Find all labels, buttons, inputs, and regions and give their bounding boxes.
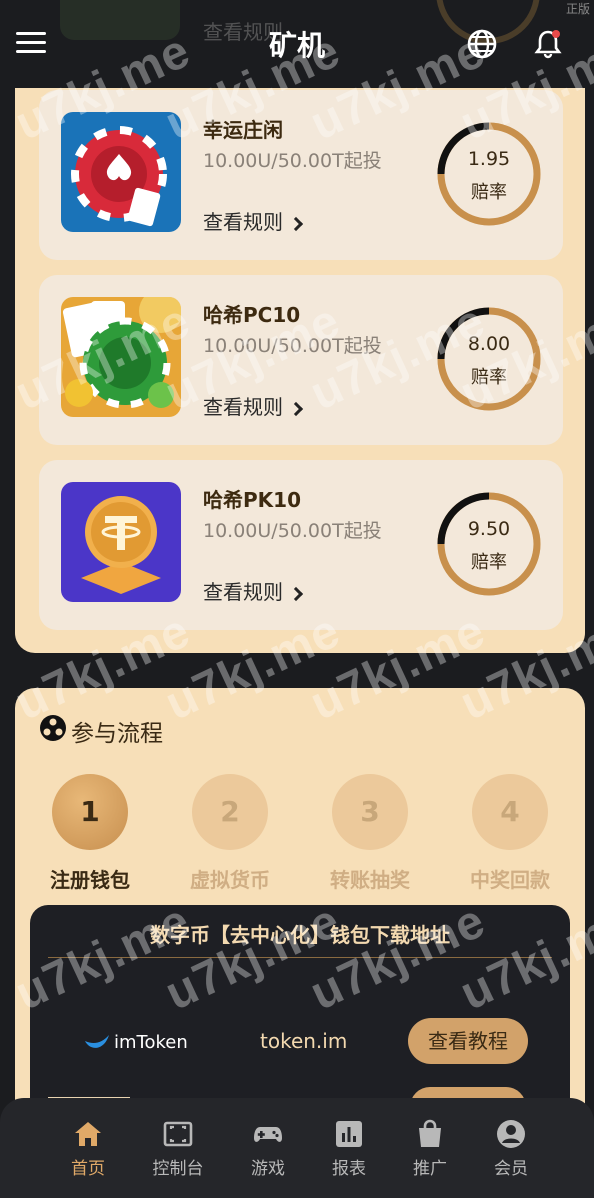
bell-icon[interactable]	[532, 28, 564, 60]
game-card-hash-pc10[interactable]: 哈希PC10 10.00U/50.00T起投 查看规则 8.00 赔率	[39, 275, 563, 445]
odds-ring	[437, 492, 541, 596]
step-number: 3	[332, 774, 408, 850]
game-limit: 10.00U/50.00T起投	[203, 335, 382, 357]
bag-icon	[419, 1119, 441, 1147]
game-name: 幸运庄闲	[203, 118, 283, 142]
step-register-wallet[interactable]: 1 注册钱包	[30, 774, 150, 893]
globe-icon[interactable]	[466, 28, 498, 60]
chevron-right-icon	[288, 216, 304, 232]
imtoken-icon	[85, 1035, 109, 1048]
user-icon	[497, 1120, 525, 1148]
report-icon	[336, 1121, 362, 1147]
step-virtual-currency[interactable]: 2 虚拟货币	[170, 774, 290, 893]
wallet-site: token.im	[260, 1029, 348, 1053]
view-rules-link[interactable]: 查看规则	[203, 391, 304, 420]
nav-member[interactable]: 会员	[471, 1118, 551, 1179]
console-icon	[163, 1121, 193, 1147]
chevron-right-icon	[288, 586, 304, 602]
odds-label: 赔率	[471, 552, 507, 573]
game-card-lucky-banker[interactable]: 幸运庄闲 10.00U/50.00T起投 查看规则 1.95 赔率	[39, 90, 563, 260]
odds-value: 1.95	[467, 148, 511, 170]
tether-coin-icon	[61, 482, 181, 602]
step-label: 中奖回款	[470, 868, 550, 892]
step-label: 虚拟货币	[190, 868, 270, 892]
view-rules-link[interactable]: 查看规则	[203, 206, 304, 235]
gamepad-icon	[254, 1127, 282, 1142]
game-card-hash-pk10[interactable]: 哈希PK10 10.00U/50.00T起投 查看规则 9.50 赔率	[39, 460, 563, 630]
games-panel: 幸运庄闲 10.00U/50.00T起投 查看规则 1.95 赔率 哈希PC10…	[15, 60, 585, 653]
wallet-title: 数字币【去中心化】钱包下载地址	[150, 923, 450, 947]
process-title: 参与流程	[71, 721, 163, 747]
top-bar: 查看规则 正版 矿机	[0, 0, 594, 88]
step-number: 1	[52, 774, 128, 850]
game-name: 哈希PC10	[203, 303, 301, 327]
odds-label: 赔率	[471, 182, 507, 203]
odds-label: 赔率	[471, 367, 507, 388]
nav-home[interactable]: 首页	[48, 1118, 128, 1179]
game-limit: 10.00U/50.00T起投	[203, 150, 382, 172]
game-name: 哈希PK10	[203, 488, 301, 512]
chevron-right-icon	[288, 401, 304, 417]
corner-label: 正版	[565, 2, 590, 16]
nav-console[interactable]: 控制台	[138, 1118, 218, 1179]
odds-value: 9.50	[467, 518, 511, 540]
view-tutorial-button[interactable]: 查看教程	[408, 1018, 528, 1064]
baccarat-chip-icon	[61, 112, 181, 232]
nav-promote[interactable]: 推广	[390, 1118, 470, 1179]
step-number: 2	[192, 774, 268, 850]
odds-ring	[437, 122, 541, 226]
step-number: 4	[472, 774, 548, 850]
view-rules-link[interactable]: 查看规则	[203, 576, 304, 605]
odds-ring	[437, 307, 541, 411]
step-transfer-draw[interactable]: 3 转账抽奖	[310, 774, 430, 893]
page-title: 矿机	[268, 29, 325, 62]
divider	[48, 957, 552, 958]
nav-games[interactable]: 游戏	[228, 1118, 308, 1179]
game-limit: 10.00U/50.00T起投	[203, 520, 382, 542]
bottom-nav: 首页 控制台 游戏 报表 推广 会员	[0, 1098, 594, 1198]
imtoken-logo: imToken	[84, 1029, 188, 1055]
flow-icon	[40, 715, 66, 741]
step-label: 转账抽奖	[330, 868, 410, 892]
step-label: 注册钱包	[50, 868, 130, 892]
home-icon	[75, 1122, 101, 1146]
odds-value: 8.00	[467, 333, 511, 355]
step-payout[interactable]: 4 中奖回款	[450, 774, 570, 893]
poker-chip-icon	[61, 297, 181, 417]
nav-reports[interactable]: 报表	[309, 1118, 389, 1179]
